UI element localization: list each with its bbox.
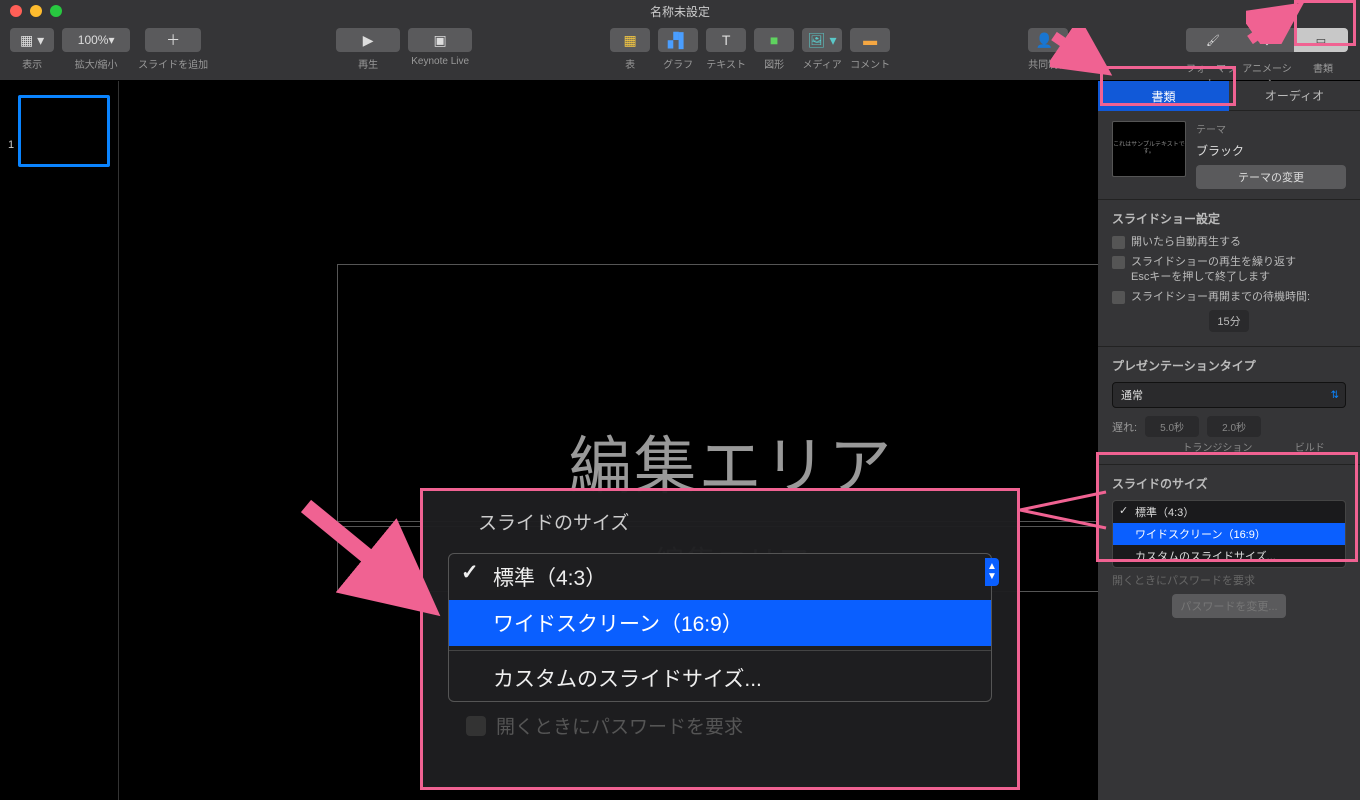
title-placeholder[interactable]: 編集エリア (337, 264, 1098, 522)
comment-button[interactable]: ▬ (850, 28, 890, 52)
password-checkbox[interactable] (466, 716, 486, 736)
password-label: 開くときにパスワードを要求 (496, 712, 743, 739)
thumb-number: 1 (8, 139, 14, 151)
toolbar: ▦ ▾ 表示 100% ▾ 拡大/縮小 ＋ スライドを追加 ▶ 再生 ▣ Key… (0, 22, 1360, 81)
autoplay-label: 開いたら自動再生する (1131, 235, 1241, 249)
media-button[interactable]: 🖼 ▾ (802, 28, 842, 52)
check-icon: ✓ (461, 560, 479, 585)
shape-label: 図形 (764, 56, 784, 71)
check-icon: ✓ (1119, 504, 1128, 517)
play-label: 再生 (358, 56, 378, 71)
presentation-type-section: プレゼンテーションタイプ 通常⇅ 遅れ: 5.0秒 2.0秒 -- トランジショ… (1098, 347, 1360, 465)
change-password-button[interactable]: パスワードを変更... (1172, 594, 1285, 618)
idle-label: スライドショー再開までの待機時間: (1131, 290, 1310, 304)
zoom-option-widescreen[interactable]: ワイドスクリーン（16:9） (449, 600, 991, 646)
view-button[interactable]: ▦ ▾ (10, 28, 54, 52)
arrow-annotation-icon (1050, 28, 1114, 78)
slideshow-heading: スライドショー設定 (1112, 210, 1346, 227)
theme-label: テーマ (1196, 121, 1346, 136)
text-label: テキスト (706, 56, 746, 71)
arrow-annotation-icon (1246, 0, 1306, 44)
transition-label: トランジション (1182, 439, 1252, 454)
text-button[interactable]: T (706, 28, 746, 52)
table-label: 表 (625, 56, 635, 71)
option-widescreen[interactable]: ワイドスクリーン（16:9） (1113, 523, 1345, 545)
theme-thumbnail: これはサンプルテキストです。 (1112, 121, 1186, 177)
view-label: 表示 (22, 56, 42, 71)
zoom-option-custom[interactable]: カスタムのスライドサイズ... (449, 655, 991, 701)
document-icon: ▭ (1316, 34, 1326, 47)
connector-line-icon (1018, 490, 1108, 530)
slide-navigator: 1 (0, 81, 119, 800)
option-standard[interactable]: ✓標準（4:3） (1113, 501, 1345, 523)
zoom-password-row: 開くときにパスワードを要求 (448, 712, 992, 739)
zoom-option-standard[interactable]: ✓標準（4:3） (449, 554, 991, 600)
build-label: ビルド (1295, 439, 1325, 454)
autoplay-checkbox[interactable] (1112, 236, 1125, 249)
play-button[interactable]: ▶ (336, 28, 400, 52)
keynote-live-label: Keynote Live (411, 56, 469, 67)
table-button[interactable]: ▦ (610, 28, 650, 52)
window-title: 名称未設定 (0, 3, 1360, 20)
tab-document[interactable]: 書類 (1098, 81, 1229, 111)
theme-name: ブラック (1196, 142, 1346, 159)
zoom-slide-size-panel: スライドのサイズ ▲▼ ✓標準（4:3） ワイドスクリーン（16:9） カスタム… (420, 488, 1020, 788)
zoom-menu: ▲▼ ✓標準（4:3） ワイドスクリーン（16:9） カスタムのスライドサイズ.… (448, 553, 992, 702)
slide-size-menu: ✓標準（4:3） ワイドスクリーン（16:9） カスタムのスライドサイズ... (1112, 500, 1346, 568)
chart-button[interactable]: ▞▌ (658, 28, 698, 52)
zoom-button[interactable]: 100% ▾ (62, 28, 130, 52)
add-slide-label: スライドを追加 (138, 56, 208, 71)
transition-delay-field[interactable]: 5.0秒 (1145, 416, 1199, 437)
brush-icon: 🖌 (1206, 34, 1220, 47)
media-label: メディア (803, 56, 842, 71)
delay-label: 遅れ: (1112, 419, 1137, 435)
tab-audio[interactable]: オーディオ (1229, 81, 1360, 111)
theme-section: これはサンプルテキストです。 テーマ ブラック テーマの変更 (1098, 111, 1360, 200)
build-delay-field[interactable]: 2.0秒 (1207, 416, 1261, 437)
password-row-obscured: 開くときにパスワードを要求 (1112, 572, 1346, 588)
slide-thumbnail[interactable] (18, 95, 110, 167)
chart-label: グラフ (663, 56, 693, 71)
idle-stepper[interactable]: 15分 (1209, 310, 1248, 332)
option-custom[interactable]: カスタムのスライドサイズ... (1113, 545, 1345, 567)
comment-label: コメント (850, 56, 890, 71)
shape-button[interactable]: ■ (754, 28, 794, 52)
inspector-panel: 書類 オーディオ これはサンプルテキストです。 テーマ ブラック テーマの変更 … (1098, 81, 1360, 800)
updown-icon: ⇅ (1331, 390, 1337, 401)
loop-checkbox[interactable] (1112, 256, 1125, 269)
pres-type-select[interactable]: 通常⇅ (1112, 382, 1346, 408)
window-titlebar: 名称未設定 (0, 0, 1360, 22)
format-tab-button[interactable]: 🖌 (1186, 28, 1240, 52)
change-theme-button[interactable]: テーマの変更 (1196, 165, 1346, 189)
keynote-live-button[interactable]: ▣ (408, 28, 472, 52)
zoom-heading: スライドのサイズ (478, 508, 992, 535)
pres-type-heading: プレゼンテーションタイプ (1112, 357, 1346, 374)
add-slide-button[interactable]: ＋ (145, 28, 201, 52)
slide-size-heading: スライドのサイズ (1112, 475, 1346, 492)
zoom-label: 拡大/縮小 (75, 56, 118, 71)
idle-checkbox[interactable] (1112, 291, 1125, 304)
menu-separator (449, 650, 991, 651)
arrow-annotation-icon (298, 498, 448, 628)
slide-size-section: スライドのサイズ ✓標準（4:3） ワイドスクリーン（16:9） カスタムのスラ… (1098, 465, 1360, 632)
slideshow-section: スライドショー設定 開いたら自動再生する スライドショーの再生を繰り返す Esc… (1098, 200, 1360, 347)
loop-label: スライドショーの再生を繰り返す Escキーを押して終了します (1131, 255, 1296, 284)
